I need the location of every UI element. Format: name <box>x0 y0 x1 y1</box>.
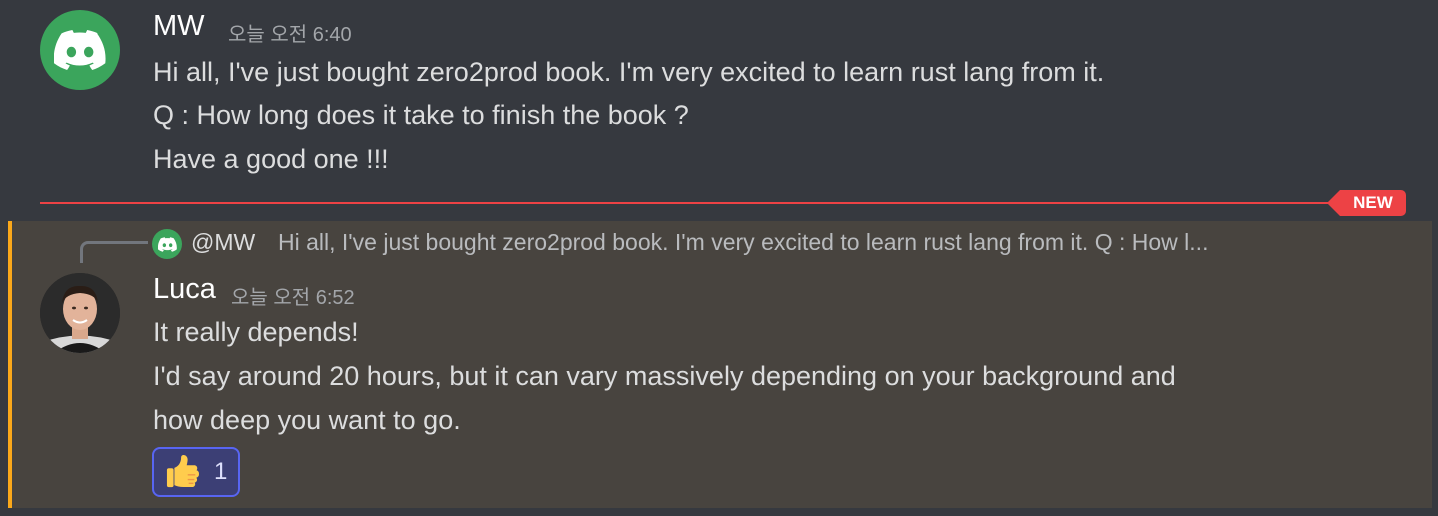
message-line: Hi all, I've just bought zero2prod book.… <box>153 57 1105 87</box>
discord-logo-icon <box>157 236 177 252</box>
avatar[interactable] <box>40 10 120 90</box>
message-author[interactable]: Luca <box>153 273 216 306</box>
avatar[interactable] <box>40 273 120 353</box>
message-line: I'd say around 20 hours, but it can vary… <box>153 361 1176 391</box>
reply-connector <box>80 241 148 263</box>
message-author[interactable]: MW <box>153 10 205 43</box>
reply-avatar[interactable] <box>152 229 182 259</box>
mention-highlight-bar <box>8 221 12 508</box>
message-timestamp: 오늘 오전 6:40 <box>228 24 352 46</box>
message-line: how deep you want to go. <box>153 405 461 435</box>
message-line: Have a good one !!! <box>153 144 389 174</box>
chat-view: MW 오늘 오전 6:40 Hi all, I've just bought z… <box>0 0 1438 516</box>
message-line: Q : How long does it take to finish the … <box>153 100 689 130</box>
thumbs-up-icon <box>166 455 200 489</box>
chat-bottom-edge <box>0 508 1438 516</box>
discord-logo-icon <box>54 30 106 70</box>
message-mw: MW 오늘 오전 6:40 Hi all, I've just bought z… <box>0 0 1438 190</box>
reply-preview[interactable]: Hi all, I've just bought zero2prod book.… <box>278 229 1344 256</box>
reaction-count: 1 <box>214 458 228 485</box>
message-timestamp: 오늘 오전 6:52 <box>231 287 355 309</box>
reaction-button[interactable]: 1 <box>152 447 240 497</box>
new-messages-divider <box>40 202 1340 204</box>
reply-author[interactable]: @MW <box>191 229 255 256</box>
message-luca: @MW Hi all, I've just bought zero2prod b… <box>8 221 1432 508</box>
message-line: It really depends! <box>153 317 359 347</box>
new-badge: NEW <box>1327 190 1406 216</box>
user-photo-avatar <box>40 273 120 353</box>
